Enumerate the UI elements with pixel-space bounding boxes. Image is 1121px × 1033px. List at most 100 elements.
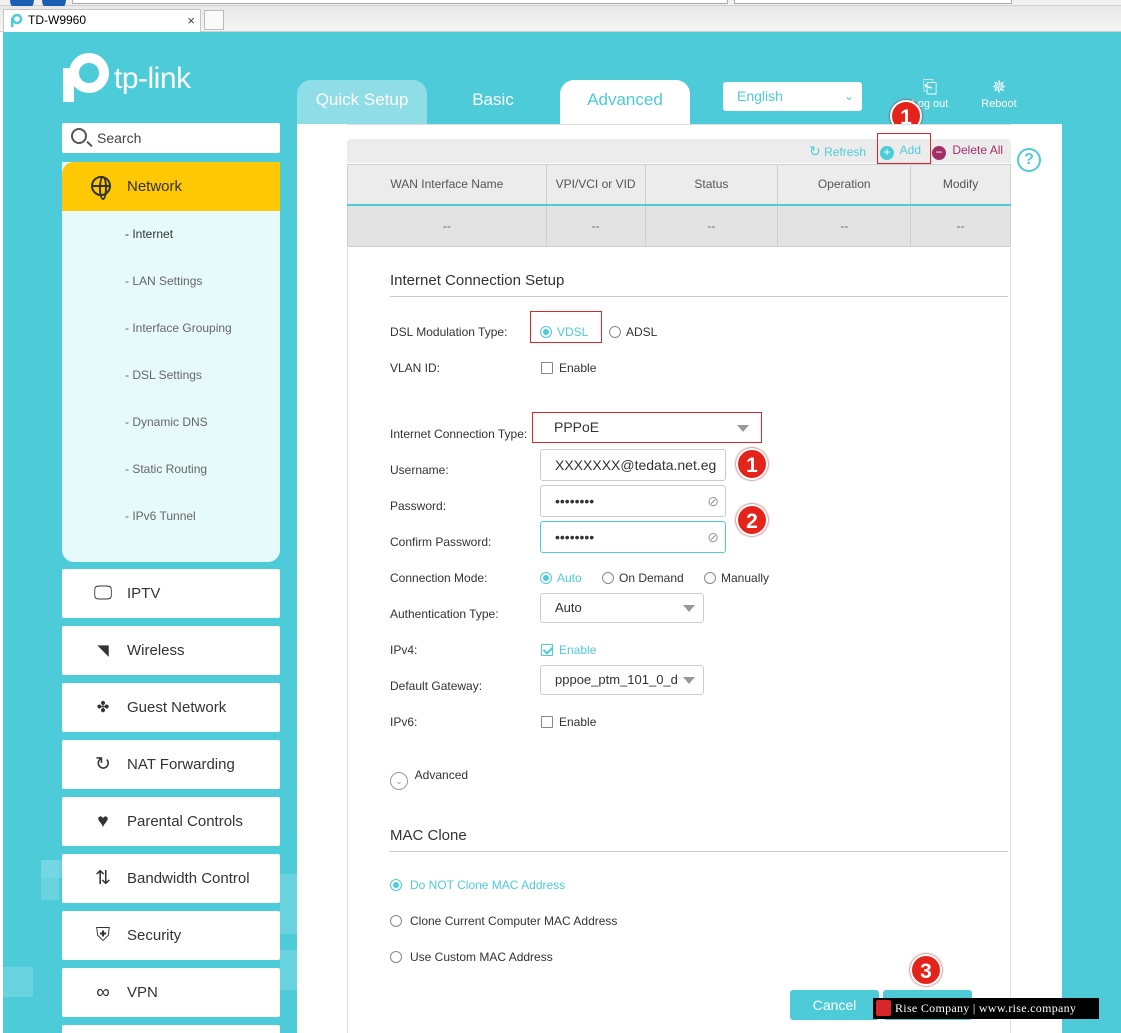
- column-header: Modify: [910, 164, 1011, 205]
- checkbox-icon: [541, 716, 553, 728]
- input-value: XXXXXXX@tedata.net.eg: [555, 457, 717, 473]
- sidebar-item-security[interactable]: ⛨ Security: [62, 911, 280, 960]
- default-gateway-select[interactable]: pppoe_ptm_101_0_d: [540, 665, 704, 695]
- radio-custom-mac[interactable]: Use Custom MAC Address: [390, 950, 553, 964]
- radio-icon: [390, 915, 402, 927]
- username-input[interactable]: XXXXXXX@tedata.net.eg: [540, 449, 726, 481]
- language-value: English: [737, 88, 783, 104]
- table-cell: --: [777, 203, 912, 247]
- vlan-id-label: VLAN ID:: [390, 361, 441, 375]
- sidebar-subitem-dynamic-dns[interactable]: - Dynamic DNS: [62, 399, 280, 446]
- sidebar-subitem-interface-grouping[interactable]: - Interface Grouping: [62, 305, 280, 352]
- watermark: Rise Company | www.rise.company: [873, 998, 1099, 1019]
- radio-clone-current[interactable]: Clone Current Computer MAC Address: [390, 914, 617, 928]
- dropdown-arrow-icon: [737, 425, 749, 432]
- eye-slash-icon[interactable]: ⊘: [707, 486, 719, 516]
- tab-basic[interactable]: Basic: [428, 80, 558, 124]
- divider: [390, 296, 1008, 297]
- sidebar-item-iptv[interactable]: 🖵 IPTV: [62, 569, 280, 618]
- sidebar-item-label: VPN: [127, 984, 158, 1001]
- password-input[interactable]: •••••••• ⊘: [540, 485, 726, 517]
- radio-icon: [390, 951, 402, 963]
- input-value: ••••••••: [555, 529, 595, 545]
- language-select[interactable]: English ⌄: [723, 82, 862, 111]
- sidebar-subitem-internet[interactable]: - Internet: [62, 211, 280, 258]
- tab-advanced[interactable]: Advanced: [560, 80, 690, 126]
- checkbox-label: Enable: [559, 715, 597, 729]
- link-icon: ∞: [96, 982, 110, 1003]
- advanced-toggle[interactable]: ⌄ Advanced: [390, 768, 468, 790]
- bg-decoration: [280, 950, 298, 990]
- connection-type-label: Internet Connection Type:: [390, 427, 528, 441]
- tab-close-icon[interactable]: ×: [187, 10, 195, 31]
- sidebar-item-bandwidth-control[interactable]: ⇅ Bandwidth Control: [62, 854, 280, 903]
- dsl-modulation-label: DSL Modulation Type:: [390, 325, 508, 339]
- radio-on-demand[interactable]: On Demand: [602, 571, 684, 585]
- sidebar-item-label: Guest Network: [127, 699, 227, 716]
- ipv6-label: IPv6:: [390, 715, 418, 729]
- sidebar-item-parental-controls[interactable]: ♥ Parental Controls: [62, 797, 280, 846]
- browser-search-bar[interactable]: [734, 0, 1012, 4]
- dropdown-arrow-icon: [683, 677, 695, 684]
- help-icon[interactable]: ?: [1017, 148, 1041, 172]
- connection-type-select[interactable]: PPPoE: [540, 414, 757, 441]
- bandwidth-icon: ⇅: [95, 868, 111, 889]
- sidebar-item-network[interactable]: Network: [62, 162, 280, 211]
- delete-all-button[interactable]: − Delete All: [932, 143, 1003, 160]
- sidebar-subitem-lan-settings[interactable]: - LAN Settings: [62, 258, 280, 305]
- search-placeholder: Search: [97, 130, 142, 146]
- table-cell: --: [644, 203, 779, 247]
- annotation-highlight-box: [877, 133, 931, 164]
- address-bar[interactable]: [72, 0, 728, 4]
- tab-quick-setup[interactable]: Quick Setup: [297, 80, 427, 124]
- browser-tab[interactable]: TD-W9960 ×: [3, 9, 201, 32]
- sidebar-item-wireless[interactable]: ◥ Wireless: [62, 626, 280, 675]
- sidebar-item-guest-network[interactable]: ✤ Guest Network: [62, 683, 280, 732]
- sidebar-item-nat-forwarding[interactable]: ↻ NAT Forwarding: [62, 740, 280, 789]
- confirm-password-input[interactable]: •••••••• ⊘: [540, 521, 726, 553]
- internet-connection-form: Internet Connection Setup DSL Modulation…: [347, 248, 1011, 1033]
- radio-vdsl[interactable]: VDSL: [540, 325, 588, 339]
- sidebar-item-vpn[interactable]: ∞ VPN: [62, 968, 280, 1017]
- radio-selected-icon: [540, 572, 552, 584]
- sidebar-item-partial[interactable]: [62, 1025, 280, 1033]
- ipv4-enable-checkbox[interactable]: Enable: [541, 643, 596, 657]
- confirm-password-label: Confirm Password:: [390, 535, 492, 549]
- radio-label: On Demand: [619, 571, 684, 585]
- nat-icon: ↻: [95, 754, 111, 775]
- column-header: VPI/VCI or VID: [545, 164, 646, 205]
- table-row[interactable]: -- -- -- -- --: [347, 203, 1011, 247]
- radio-manually[interactable]: Manually: [704, 571, 769, 585]
- new-tab-button[interactable]: [204, 10, 224, 30]
- reboot-label: Reboot: [981, 98, 1017, 110]
- radio-do-not-clone[interactable]: Do NOT Clone MAC Address: [390, 878, 565, 892]
- radio-label: ADSL: [626, 325, 658, 339]
- radio-auto[interactable]: Auto: [540, 571, 582, 585]
- input-value: ••••••••: [555, 493, 595, 509]
- refresh-button[interactable]: ↻ Refresh: [809, 143, 866, 160]
- reboot-button[interactable]: ✵ Reboot: [973, 76, 1025, 110]
- logo-icon: [876, 1000, 891, 1016]
- guest-icon: ✤: [96, 699, 110, 716]
- radio-label: VDSL: [557, 325, 589, 339]
- radio-adsl[interactable]: ADSL: [609, 325, 657, 339]
- section-title: Internet Connection Setup: [390, 272, 565, 289]
- eye-slash-icon[interactable]: ⊘: [707, 522, 719, 552]
- vlan-enable-checkbox[interactable]: Enable: [541, 361, 596, 375]
- ipv6-enable-checkbox[interactable]: Enable: [541, 715, 596, 729]
- delete-all-label: Delete All: [952, 143, 1004, 157]
- globe-icon: [91, 176, 111, 200]
- radio-label: Do NOT Clone MAC Address: [410, 878, 566, 892]
- chevron-down-icon: ⌄: [390, 772, 408, 790]
- search-input[interactable]: Search: [62, 123, 280, 153]
- sidebar-subitem-ipv6-tunnel[interactable]: - IPv6 Tunnel: [62, 493, 280, 540]
- sidebar-subitem-dsl-settings[interactable]: - DSL Settings: [62, 352, 280, 399]
- table-cell: --: [910, 203, 1011, 247]
- sidebar-subitem-static-routing[interactable]: - Static Routing: [62, 446, 280, 493]
- browser-tab-title: TD-W9960: [28, 13, 87, 27]
- annotation-badge: 2: [736, 504, 768, 536]
- column-header: Operation: [777, 164, 912, 205]
- authentication-type-label: Authentication Type:: [390, 607, 499, 621]
- authentication-type-select[interactable]: Auto: [540, 593, 704, 623]
- cancel-button[interactable]: Cancel: [790, 990, 879, 1020]
